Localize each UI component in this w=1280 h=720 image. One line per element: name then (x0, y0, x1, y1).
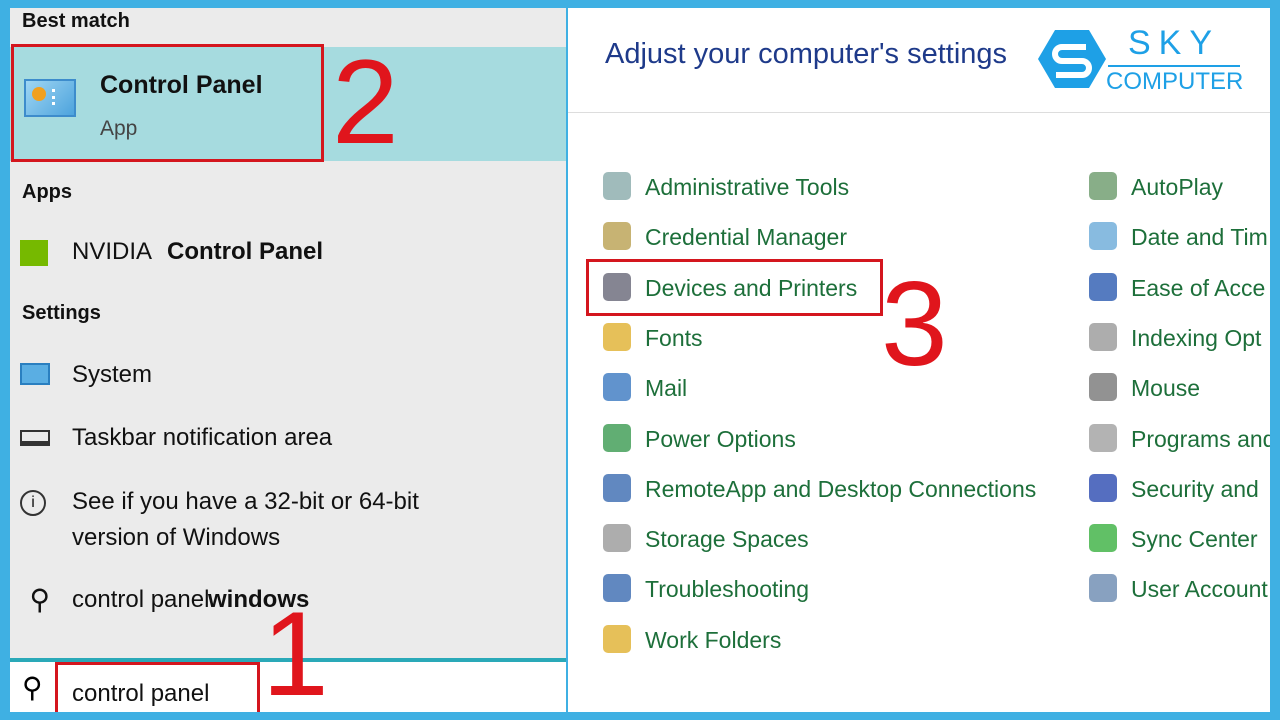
applet-icon (603, 624, 631, 653)
setting-label-line2: version of Windows (72, 524, 281, 551)
item-label: AutoPlay (1131, 174, 1224, 200)
control-panel-item[interactable]: Ease of Acce (1089, 272, 1266, 302)
item-label: RemoteApp and Desktop Connections (645, 475, 1037, 502)
control-panel-item[interactable]: Credential Manager (603, 222, 848, 251)
setting-label: Taskbar notification area (72, 424, 333, 451)
applet-icon (1089, 222, 1117, 251)
applet-icon (603, 574, 631, 603)
applet-icon (1089, 524, 1117, 553)
highlight-box-1 (55, 662, 260, 712)
item-label: Date and Tim (1131, 224, 1268, 251)
search-icon: ⚲ (22, 672, 43, 703)
item-label: Work Folders (645, 626, 782, 653)
control-panel-item[interactable]: AutoPlay (1089, 172, 1224, 201)
control-panel-item[interactable]: Date and Tim (1089, 222, 1268, 251)
control-panel-item[interactable]: Sync Center (1089, 524, 1258, 553)
applet-icon (603, 373, 631, 402)
info-icon: i (20, 490, 46, 516)
applet-icon (603, 322, 631, 351)
applet-icon (603, 473, 631, 502)
item-label: Sync Center (1131, 526, 1258, 553)
logo-line (1108, 65, 1240, 67)
sky-computer-logo (1038, 30, 1106, 88)
logo-text-computer: COMPUTER (1106, 68, 1244, 95)
nvidia-icon (20, 240, 48, 266)
item-label: Storage Spaces (645, 526, 809, 553)
applet-icon (1089, 272, 1117, 301)
control-panel-item[interactable]: Administrative Tools (603, 172, 850, 201)
applet-icon (603, 524, 631, 553)
setting-label: See if you have a 32-bit or 64-bit (72, 488, 419, 515)
search-icon: ⚲ (29, 584, 50, 615)
highlight-box-2 (11, 44, 324, 162)
item-label: Credential Manager (645, 224, 848, 251)
control-panel-item[interactable]: User Account (1089, 574, 1268, 603)
applet-icon (1089, 172, 1117, 200)
applet-icon (1089, 473, 1117, 502)
step-2-annotation: 2 (332, 35, 399, 169)
item-label: Administrative Tools (645, 174, 850, 200)
applet-icon (1089, 574, 1117, 603)
applet-icon (1089, 423, 1117, 452)
app-label-bold: Control Panel (167, 238, 324, 265)
item-label: Power Options (645, 425, 796, 452)
logo-text-sky: SKY (1128, 24, 1221, 62)
control-panel-item[interactable]: Mouse (1089, 373, 1201, 402)
item-label: Fonts (645, 324, 703, 351)
control-panel-item[interactable]: Programs and (1089, 423, 1270, 453)
app-label-prefix: NVIDIA (72, 238, 153, 265)
taskbar-icon (20, 430, 50, 446)
setting-taskbar[interactable]: Taskbar notification area (10, 424, 566, 456)
control-panel-item[interactable]: Security and (1089, 473, 1259, 503)
applet-icon (603, 222, 631, 251)
setting-label: System (72, 361, 153, 388)
control-panel-item[interactable]: Indexing Opt (1089, 322, 1262, 352)
best-match-header: Best match (22, 10, 130, 32)
item-label: Indexing Opt (1131, 324, 1262, 351)
highlight-box-3 (586, 259, 883, 316)
applet-icon (603, 172, 631, 200)
control-panel-item[interactable]: RemoteApp and Desktop Connections (603, 473, 1037, 503)
search-results-panel: Best match Control Panel App 2 Apps NVID… (10, 8, 566, 712)
setting-system[interactable]: System (10, 361, 566, 393)
suggestion-prefix: control panel (72, 586, 210, 613)
monitor-icon (20, 363, 50, 385)
item-label: Ease of Acce (1131, 274, 1266, 301)
control-panel-item[interactable]: Storage Spaces (603, 524, 809, 553)
item-label: Mouse (1131, 375, 1201, 402)
item-label: Programs and (1131, 425, 1270, 452)
applet-icon (1089, 373, 1117, 402)
control-panel-item[interactable]: Fonts (603, 322, 703, 352)
item-label: Mail (645, 375, 688, 402)
item-label: User Account (1131, 576, 1268, 603)
apps-header: Apps (22, 181, 72, 203)
control-panel-item[interactable]: Work Folders (603, 624, 782, 654)
setting-bitness[interactable]: i See if you have a 32-bit or 64-bit ver… (10, 488, 566, 558)
settings-header: Settings (22, 302, 101, 324)
step-1-annotation: 1 (262, 587, 329, 712)
applet-icon (603, 423, 631, 452)
page-title: Adjust your computer's settings (605, 38, 1008, 70)
item-label: Troubleshooting (645, 576, 810, 603)
app-nvidia-control-panel[interactable]: NVIDIA Control Panel (10, 238, 566, 270)
applet-icon (1089, 322, 1117, 351)
control-panel-item[interactable]: Mail (603, 373, 688, 402)
title-divider (568, 112, 1270, 113)
control-panel-window: Adjust your computer's settings Administ… (568, 8, 1270, 712)
step-3-annotation: 3 (881, 257, 948, 391)
control-panel-item[interactable]: Power Options (603, 423, 796, 453)
item-label: Security and (1131, 475, 1259, 502)
control-panel-item[interactable]: Troubleshooting (603, 574, 810, 603)
